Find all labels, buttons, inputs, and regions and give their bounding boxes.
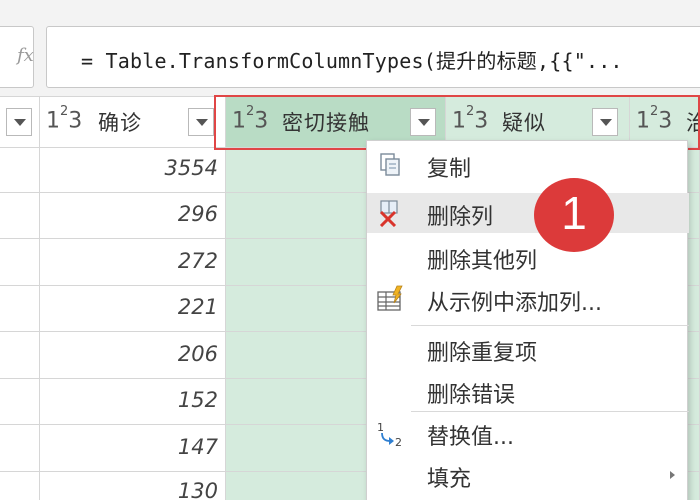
context-menu: 复制 删除列 删除其他列 从示例中添加列... 删除重复项 删除错误 1 2 替… (366, 140, 689, 500)
menu-separator (411, 325, 689, 326)
column-filter-dropdown[interactable] (188, 108, 214, 136)
confirmed-cell[interactable]: 296 (40, 202, 218, 226)
confirmed-cell[interactable]: 130 (40, 479, 218, 500)
step-number: 1 (561, 187, 587, 239)
column-name: 确诊 (98, 111, 142, 135)
number-type-icon[interactable]: 123 (46, 104, 82, 133)
confirmed-cell[interactable]: 147 (40, 435, 218, 459)
confirmed-cell[interactable]: 206 (40, 342, 218, 366)
menu-item-remove-errors[interactable]: 删除错误 (367, 371, 689, 411)
menu-item-delete-column[interactable]: 删除列 (367, 193, 689, 233)
column-filter-dropdown[interactable] (6, 108, 32, 136)
confirmed-cell[interactable]: 3554 (40, 156, 218, 180)
svg-text:2: 2 (395, 436, 402, 447)
delete-column-icon (379, 200, 398, 227)
replace-values-icon: 1 2 (377, 421, 402, 447)
menu-separator (411, 411, 689, 412)
column-header-confirmed[interactable]: 123 确诊 (40, 97, 226, 147)
column-strip (0, 148, 40, 500)
column-header[interactable] (0, 97, 40, 147)
menu-item-add-column-from-examples[interactable]: 从示例中添加列... (367, 279, 689, 319)
menu-item-label: 删除错误 (427, 383, 516, 408)
menu-item-label: 删除其他列 (427, 249, 538, 274)
fx-button[interactable]: fx (0, 26, 34, 88)
menu-item-remove-duplicates[interactable]: 删除重复项 (367, 329, 689, 369)
formula-bar: fx = Table.TransformColumnTypes(提升的标题,{{… (0, 0, 700, 96)
formula-input[interactable]: = Table.TransformColumnTypes(提升的标题,{{"..… (46, 26, 700, 88)
menu-item-label: 替换值... (427, 425, 514, 450)
svg-text:1: 1 (377, 421, 384, 434)
menu-item-label: 删除重复项 (427, 341, 538, 366)
confirmed-cell[interactable]: 221 (40, 295, 218, 319)
menu-item-label: 填充 (427, 467, 472, 492)
confirmed-cell[interactable]: 272 (40, 249, 218, 273)
formula-text: = Table.TransformColumnTypes(提升的标题,{{"..… (81, 49, 623, 73)
menu-item-fill[interactable]: 填充 (367, 455, 689, 495)
confirmed-cell[interactable]: 152 (40, 388, 218, 412)
menu-item-remove-other-columns[interactable]: 删除其他列 (367, 237, 689, 277)
menu-item-replace-values[interactable]: 1 2 替换值... (367, 413, 689, 453)
add-column-from-examples-icon (377, 285, 403, 311)
menu-item-label: 删除列 (427, 205, 494, 230)
fx-label: fx (17, 45, 34, 66)
copy-icon (380, 153, 400, 176)
submenu-arrow-icon (670, 471, 675, 479)
menu-item-label: 复制 (427, 157, 472, 182)
step-badge: 1 (534, 178, 614, 252)
menu-item-label: 从示例中添加列... (427, 291, 602, 316)
menu-item-copy[interactable]: 复制 (367, 145, 689, 185)
